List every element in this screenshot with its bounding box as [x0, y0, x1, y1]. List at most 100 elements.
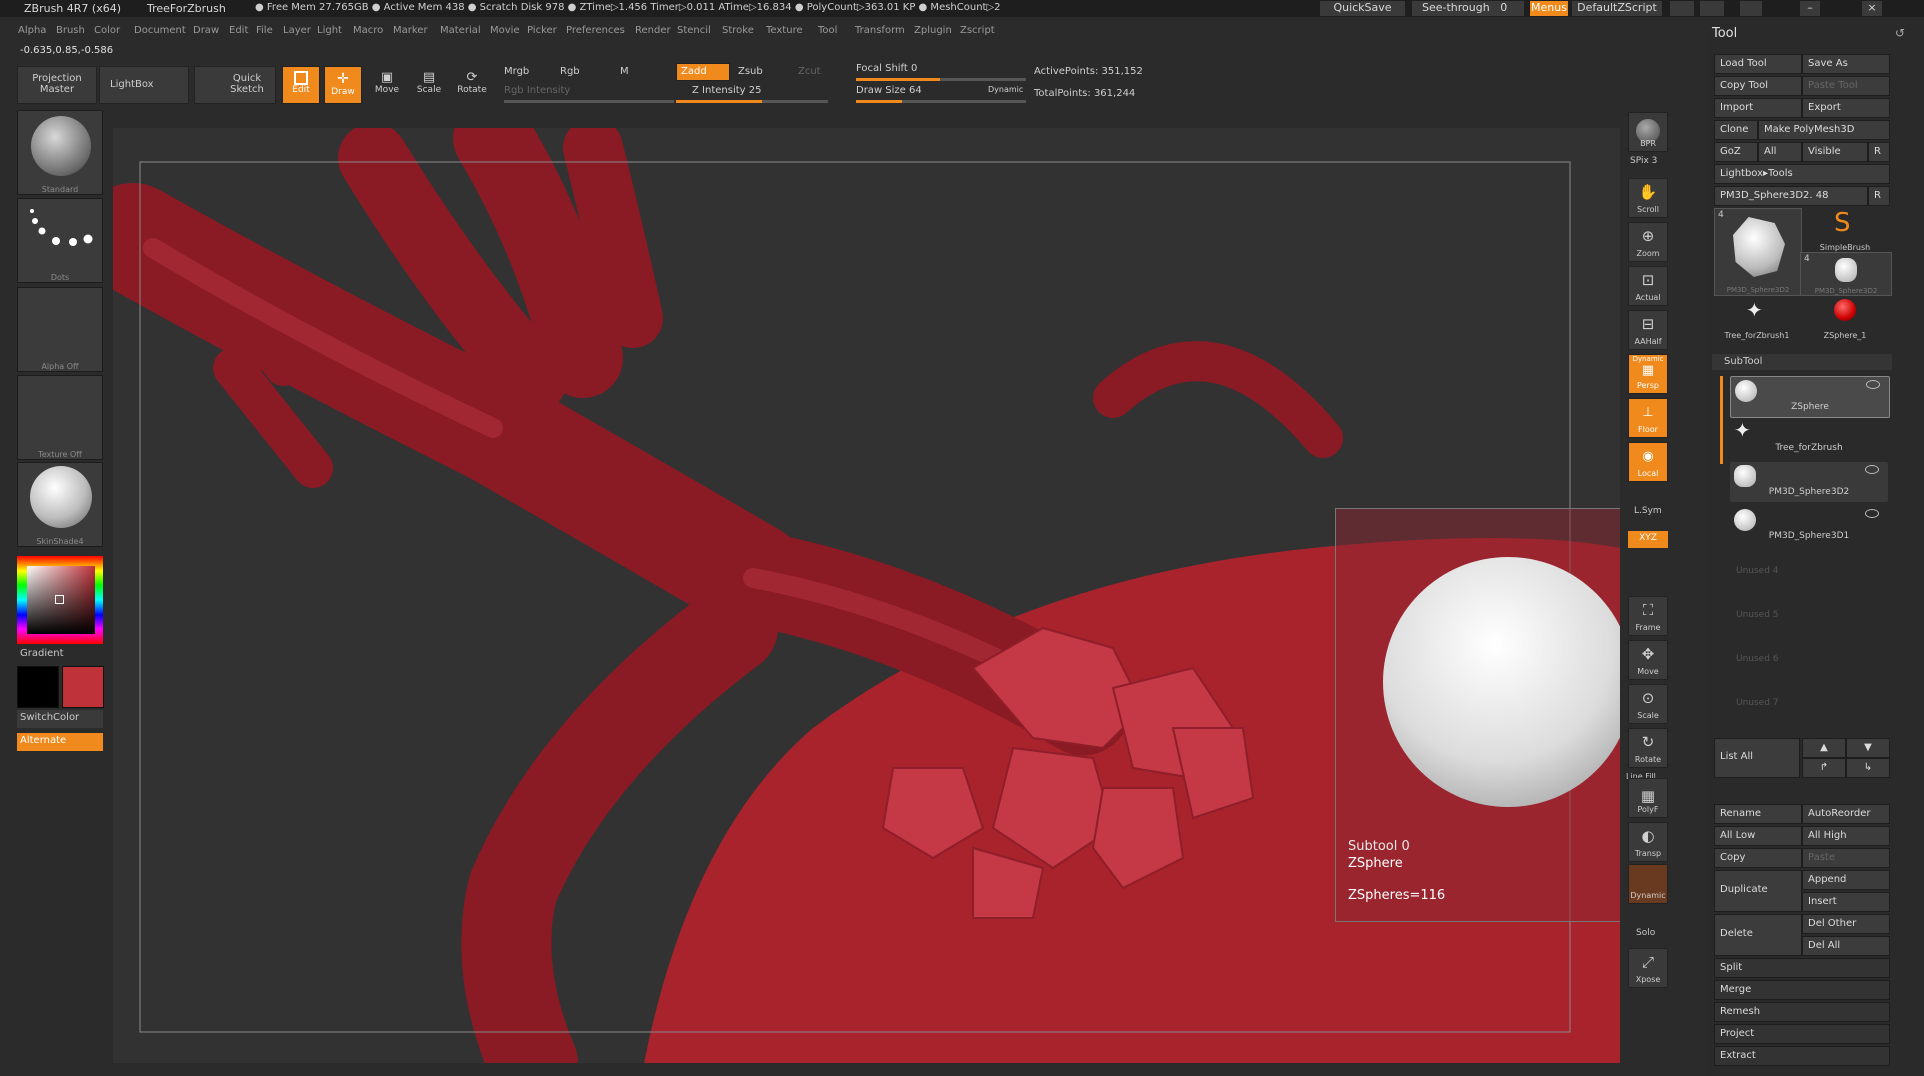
solo-button[interactable]: Solo	[1636, 928, 1655, 938]
menu-transform[interactable]: Transform	[855, 25, 905, 36]
frame-button[interactable]: ⛶ Frame	[1628, 596, 1668, 636]
aahalf-button[interactable]: ⊟ AAHalf	[1628, 310, 1668, 350]
projection-master-button[interactable]: Projection Master	[17, 66, 97, 104]
move-down-arrow-icon[interactable]: ▼	[1846, 738, 1890, 758]
move-button[interactable]: ▣ Move	[368, 66, 406, 104]
rgb-intensity-track[interactable]	[504, 100, 674, 103]
menu-macro[interactable]: Macro	[353, 25, 383, 36]
xyz-button[interactable]: XYZ	[1628, 531, 1668, 548]
m-button[interactable]: M	[620, 66, 629, 77]
visibility-eye-icon[interactable]	[1865, 509, 1879, 518]
tool-thumb-simplebrush[interactable]: S SimpleBrush	[1800, 208, 1890, 252]
scale-button[interactable]: ▤ Scale	[410, 66, 448, 104]
close-icon[interactable]: ×	[1862, 1, 1882, 16]
defaultzscript-button[interactable]: DefaultZScript	[1572, 1, 1662, 16]
remesh-section[interactable]: Remesh	[1714, 1002, 1890, 1022]
insert-button[interactable]: Insert	[1802, 892, 1890, 912]
append-button[interactable]: Append	[1802, 870, 1890, 890]
subtool-header[interactable]: SubTool	[1712, 354, 1892, 370]
subtool-scrollbar[interactable]	[1720, 376, 1723, 464]
menu-picker[interactable]: Picker	[527, 25, 557, 36]
clone-button[interactable]: Clone	[1714, 120, 1758, 140]
subtool-row[interactable]: ZSphere	[1730, 376, 1890, 418]
persp-button[interactable]: Dynamic ▦ Persp	[1628, 354, 1668, 394]
move-up-right-icon[interactable]: ↱	[1802, 758, 1846, 778]
canvas-viewport[interactable]: Subtool 0 ZSphere ZSpheres=116	[113, 128, 1620, 1063]
goz-all-button[interactable]: All	[1758, 142, 1802, 162]
goz-visible-button[interactable]: Visible	[1802, 142, 1868, 162]
switchcolor-button[interactable]: SwitchColor	[17, 710, 103, 728]
zsub-button[interactable]: Zsub	[738, 66, 763, 77]
mrgb-button[interactable]: Mrgb	[504, 66, 529, 77]
goz-r-button[interactable]: R	[1868, 142, 1890, 162]
menu-draw[interactable]: Draw	[193, 25, 219, 36]
move-up-arrow-icon[interactable]: ▲	[1802, 738, 1846, 758]
focal-shift-track[interactable]	[856, 78, 1026, 81]
edit-button[interactable]: Edit	[282, 66, 320, 104]
material-thumbnail[interactable]: SkinShade4	[17, 462, 103, 547]
all-low-button[interactable]: All Low	[1714, 826, 1802, 846]
menu-brush[interactable]: Brush	[56, 25, 85, 36]
xpose-button[interactable]: ⤢ Xpose	[1628, 948, 1668, 988]
menu-color[interactable]: Color	[94, 25, 120, 36]
spix-slider[interactable]: SPix 3	[1630, 156, 1657, 166]
split-section[interactable]: Split	[1714, 958, 1890, 978]
secondary-color-swatch[interactable]	[17, 666, 59, 708]
import-button[interactable]: Import	[1714, 98, 1802, 118]
polyf-button[interactable]: ▦ PolyF	[1628, 778, 1668, 818]
stroke-thumbnail[interactable]: Dots	[17, 198, 103, 283]
all-high-button[interactable]: All High	[1802, 826, 1890, 846]
transp-button[interactable]: ◐ Transp	[1628, 822, 1668, 862]
menu-edit[interactable]: Edit	[229, 25, 248, 36]
subtool-row[interactable]: PM3D_Sphere3D1	[1730, 506, 1888, 546]
settings-icon[interactable]	[1740, 1, 1762, 16]
copy-tool-button[interactable]: Copy Tool	[1714, 76, 1802, 96]
focal-shift-slider[interactable]: Focal Shift 0	[856, 63, 917, 74]
local-button[interactable]: ◉ Local	[1628, 442, 1668, 482]
visibility-eye-icon[interactable]	[1866, 380, 1880, 389]
load-tool-button[interactable]: Load Tool	[1714, 54, 1802, 74]
subtool-row[interactable]: ✦ Tree_forZbrush	[1730, 418, 1888, 458]
menu-material[interactable]: Material	[440, 25, 481, 36]
rename-button[interactable]: Rename	[1714, 804, 1802, 824]
texture-thumbnail[interactable]: Texture Off	[17, 375, 103, 460]
menus-toggle[interactable]: Menus	[1530, 1, 1568, 16]
zoom-button[interactable]: ⊕ Zoom	[1628, 222, 1668, 262]
paste-button[interactable]: Paste	[1802, 848, 1890, 868]
del-all-button[interactable]: Del All	[1802, 936, 1890, 956]
menu-light[interactable]: Light	[317, 25, 342, 36]
visibility-eye-icon[interactable]	[1865, 465, 1879, 474]
alpha-thumbnail[interactable]: Alpha Off	[17, 287, 103, 372]
refresh-icon[interactable]: ↺	[1895, 26, 1905, 40]
menu-zscript[interactable]: Zscript	[960, 25, 995, 36]
autoreorder-button[interactable]: AutoReorder	[1802, 804, 1890, 824]
bpr-button[interactable]: BPR	[1628, 112, 1668, 152]
zadd-button[interactable]: Zadd	[676, 63, 730, 81]
menu-preferences[interactable]: Preferences	[566, 25, 625, 36]
tool-thumb-zsphere[interactable]: ZSphere_1	[1800, 296, 1890, 340]
draw-size-slider[interactable]: Draw Size 64	[856, 85, 922, 96]
window-layout-icon[interactable]	[1700, 1, 1724, 16]
copy-button[interactable]: Copy	[1714, 848, 1802, 868]
scroll-button[interactable]: ✋ Scroll	[1628, 178, 1668, 218]
zcut-button[interactable]: Zcut	[798, 66, 821, 77]
list-all-button[interactable]: List All	[1714, 738, 1800, 778]
make-polymesh-button[interactable]: Make PolyMesh3D	[1758, 120, 1890, 140]
menu-texture[interactable]: Texture	[766, 25, 803, 36]
export-button[interactable]: Export	[1802, 98, 1890, 118]
current-tool-slider[interactable]: PM3D_Sphere3D2. 48	[1714, 186, 1868, 206]
see-through-slider[interactable]: See-through 0	[1412, 1, 1524, 16]
actual-button[interactable]: ⊡ Actual	[1628, 266, 1668, 306]
extract-section[interactable]: Extract	[1714, 1046, 1890, 1066]
draw-size-track[interactable]	[856, 100, 1026, 103]
quicksave-button[interactable]: QuickSave	[1320, 1, 1405, 16]
duplicate-button[interactable]: Duplicate	[1714, 870, 1802, 912]
lightbox-button[interactable]: LightBox	[99, 66, 189, 104]
menu-layer[interactable]: Layer	[283, 25, 311, 36]
quick-sketch-button[interactable]: Quick Sketch	[194, 66, 276, 104]
layout-icon[interactable]	[1670, 1, 1694, 16]
menu-document[interactable]: Document	[134, 25, 186, 36]
draw-button[interactable]: ✛ Draw	[324, 66, 362, 104]
tool-thumb-sphere3d2-b[interactable]: 4 PM3D_Sphere3D2	[1800, 252, 1892, 296]
brush-thumbnail[interactable]: Standard	[17, 110, 103, 195]
